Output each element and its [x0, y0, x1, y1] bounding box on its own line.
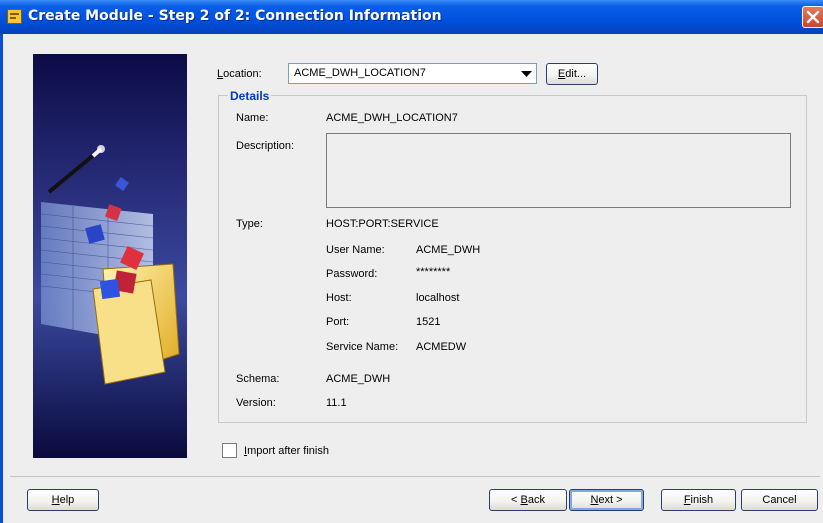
password-label: Password: [326, 268, 378, 280]
host-value: localhost [416, 292, 460, 304]
close-icon [806, 10, 820, 24]
type-label: Type: [236, 218, 263, 230]
user-name-value: ACME_DWH [416, 244, 481, 256]
button-bar-separator [10, 476, 820, 477]
import-after-finish-checkbox[interactable] [222, 443, 237, 458]
finish-button[interactable]: Finish [661, 489, 736, 511]
window-border [0, 34, 3, 523]
title-bar[interactable]: Create Module - Step 2 of 2: Connection … [0, 0, 823, 34]
description-label: Description: [236, 140, 295, 152]
schema-value: ACME_DWH [326, 373, 391, 385]
cancel-button[interactable]: Cancel [741, 489, 818, 511]
import-after-finish-label[interactable]: Import after finish [244, 445, 329, 457]
password-value: ******** [416, 266, 451, 278]
version-value: 11.1 [326, 397, 347, 409]
close-button[interactable] [802, 6, 823, 28]
edit-button[interactable]: Edit... [546, 63, 598, 85]
host-label: Host: [326, 292, 352, 304]
location-label: Location: [217, 68, 262, 80]
service-name-value: ACMEDW [416, 341, 467, 353]
dialog-window: Create Module - Step 2 of 2: Connection … [0, 0, 823, 523]
location-dropdown[interactable]: ACME_DWH_LOCATION7 [288, 63, 537, 84]
description-field[interactable] [326, 133, 791, 208]
wizard-illustration [33, 54, 187, 458]
next-button[interactable]: Next > [569, 489, 644, 511]
location-value: ACME_DWH_LOCATION7 [294, 67, 426, 79]
module-icon [7, 9, 22, 24]
details-legend: Details [228, 89, 272, 103]
type-value: HOST:PORT:SERVICE [326, 218, 439, 230]
back-button[interactable]: < Back [489, 489, 567, 511]
service-name-label: Service Name: [326, 341, 399, 353]
window-title: Create Module - Step 2 of 2: Connection … [28, 8, 442, 24]
name-value: ACME_DWH_LOCATION7 [326, 112, 458, 124]
help-button[interactable]: Help [27, 489, 99, 511]
port-label: Port: [326, 316, 350, 328]
version-label: Version: [236, 397, 276, 409]
schema-label: Schema: [236, 373, 280, 385]
user-name-label: User Name: [326, 244, 385, 256]
name-label: Name: [236, 112, 269, 124]
chevron-down-icon [521, 71, 532, 77]
port-value: 1521 [416, 316, 441, 328]
